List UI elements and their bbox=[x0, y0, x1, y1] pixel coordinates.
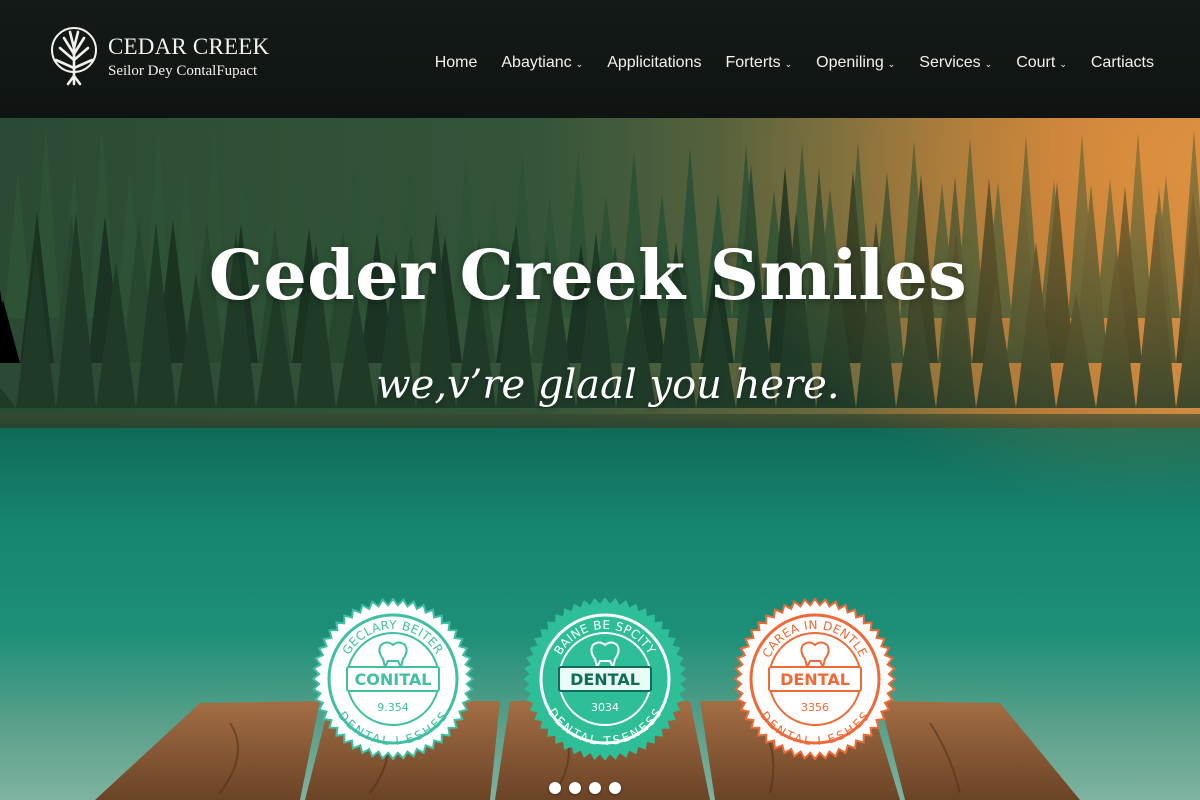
chevron-down-icon: ⌄ bbox=[887, 58, 896, 69]
nav-item-home[interactable]: Home bbox=[435, 54, 478, 72]
badge-center-label: DENTAL bbox=[570, 670, 640, 689]
nav-item-label: Court bbox=[1016, 54, 1056, 71]
nav-item-label: Applicitations bbox=[607, 54, 702, 71]
carousel-dot[interactable] bbox=[549, 782, 561, 794]
nav-item-label: Openiling bbox=[816, 54, 884, 71]
hero-subtitle: we,v’re glaal you here. bbox=[376, 362, 840, 408]
chevron-down-icon: ⌄ bbox=[575, 58, 584, 69]
tree-icon bbox=[51, 27, 97, 86]
badge-number: 3356 bbox=[801, 701, 829, 714]
carousel-dot[interactable] bbox=[609, 782, 621, 794]
carousel-dot[interactable] bbox=[589, 782, 601, 794]
hero-title: Ceder Creek Smiles bbox=[208, 236, 968, 316]
carousel-dots bbox=[549, 782, 629, 794]
badge-dental-2[interactable]: BAINE BE SPCITY DENTAL TSENESS DENTAL 3034 bbox=[523, 597, 687, 761]
hero-banner: Ceder Creek Smiles we,v’re glaal you her… bbox=[0, 118, 1200, 800]
brand-tagline: Seilor Dey ContalFupact bbox=[108, 63, 258, 79]
badge-center-label: DENTAL bbox=[780, 670, 850, 689]
nav-item-label: Forterts bbox=[725, 54, 781, 71]
nav-item-forterts[interactable]: Forterts ⌄ bbox=[725, 54, 792, 72]
nav-item-openiling[interactable]: Openiling ⌄ bbox=[816, 54, 895, 72]
badge-dental-1[interactable]: GECLARY BEITER DENTAL I ESHES CONITAL 9.354 bbox=[311, 597, 475, 761]
brand-title: CEDAR CREEK bbox=[108, 34, 270, 59]
nav-item-label: Abaytianc bbox=[501, 54, 572, 71]
brand-text: CEDAR CREEK Seilor Dey ContalFupact bbox=[108, 34, 269, 80]
nav-item-services[interactable]: Services ⌄ bbox=[919, 54, 992, 72]
chevron-down-icon: ⌄ bbox=[784, 58, 793, 69]
nav-item-court[interactable]: Court ⌄ bbox=[1016, 54, 1067, 72]
badge-number: 3034 bbox=[591, 701, 619, 714]
chevron-down-icon: ⌄ bbox=[984, 58, 993, 69]
main-nav: Home Abaytianc ⌄ Applicitations Forterts ⌄ Ope… bbox=[411, 54, 1154, 72]
site-header: CEDAR CREEK Seilor Dey ContalFupact Home… bbox=[0, 0, 1200, 118]
badge-number: 9.354 bbox=[377, 701, 409, 714]
badge-center-label: CONITAL bbox=[355, 670, 432, 689]
nav-item-abaytianc[interactable]: Abaytianc ⌄ bbox=[501, 54, 583, 72]
badge-dental-3[interactable]: CAREA IN DENTLE DENTAL I ESHES DENTAL 3356 bbox=[733, 597, 897, 761]
brand-logo[interactable]: CEDAR CREEK Seilor Dey ContalFupact bbox=[48, 26, 269, 88]
nav-item-label: Services bbox=[919, 54, 981, 71]
carousel-dot[interactable] bbox=[569, 782, 581, 794]
nav-item-cartiacts[interactable]: Cartiacts bbox=[1091, 54, 1154, 72]
nav-item-label: Home bbox=[434, 54, 478, 71]
chevron-down-icon: ⌄ bbox=[1059, 58, 1067, 69]
sunlight-glow bbox=[680, 118, 1200, 538]
nav-item-label: Cartiacts bbox=[1090, 54, 1154, 71]
nav-item-applicitations[interactable]: Applicitations bbox=[607, 54, 701, 72]
